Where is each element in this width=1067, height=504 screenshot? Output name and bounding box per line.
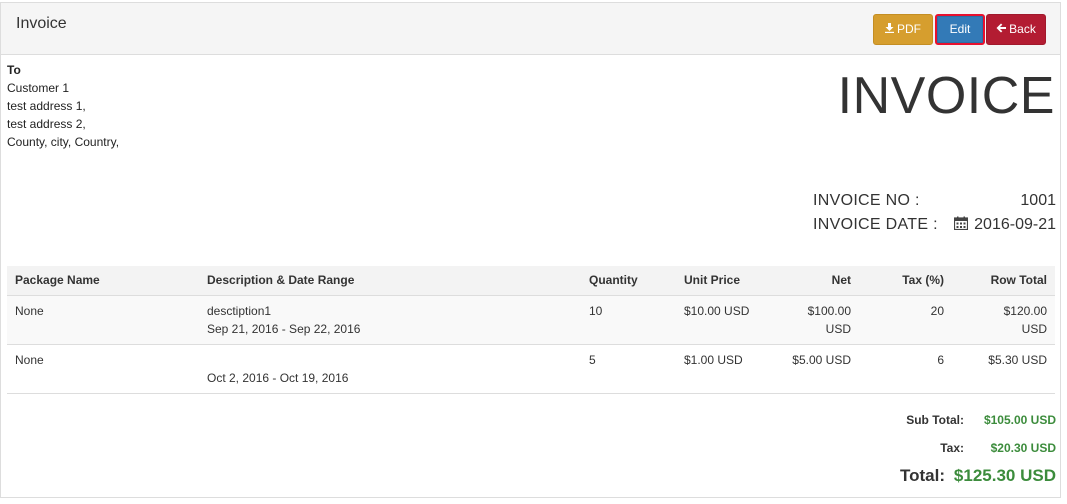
column-header: Tax (%) (859, 266, 952, 296)
tax-total-value: $20.30 USD (990, 441, 1056, 455)
package-cell: None (7, 344, 199, 394)
net-cell: $100.00 USD (776, 295, 859, 345)
row-total-cell: $5.30 USD (952, 344, 1055, 394)
address-line-1: test address 1, (7, 99, 86, 113)
row-total-currency: USD (1021, 321, 1047, 336)
bill-to-block: To Customer 1 test address 1, test addre… (7, 61, 119, 151)
subtotal-label: Sub Total: (906, 413, 964, 427)
row-total-cell: $120.00 USD (952, 295, 1055, 345)
invoice-items-table: Package Name Description & Date Range Qu… (7, 266, 1055, 394)
quantity-cell: 10 (581, 295, 676, 345)
invoice-number-label: INVOICE NO : (813, 192, 920, 209)
invoice-date-value-wrap: 2016-09-21 (954, 216, 1056, 234)
invoice-date-row: INVOICE DATE : 2016-09-21 (806, 216, 1056, 238)
net-currency: USD (825, 321, 851, 336)
address-line-2: test address 2, (7, 117, 86, 131)
net-amount: $100.00 (807, 303, 851, 318)
to-label: To (7, 63, 21, 77)
unit-price-cell: $1.00 USD (676, 344, 776, 394)
column-header: Row Total (952, 266, 1055, 296)
panel-header: Invoice PDF Edit Back (1, 3, 1060, 55)
back-button[interactable]: Back (986, 14, 1046, 45)
invoice-date-value: 2016-09-21 (974, 216, 1056, 233)
column-header: Net (776, 266, 859, 296)
description-cell: Oct 2, 2016 - Oct 19, 2016 (199, 344, 581, 394)
description-text: desctiption1 (207, 303, 272, 318)
description-text (207, 351, 573, 369)
tax-total-label: Tax: (940, 441, 964, 455)
grand-total-label: Total: (899, 466, 945, 485)
download-icon (885, 16, 894, 45)
column-header: Unit Price (676, 266, 776, 296)
address-line-3: County, city, Country, (7, 135, 120, 149)
page-title: Invoice (16, 15, 67, 32)
quantity-cell: 5 (581, 344, 676, 394)
customer-name: Customer 1 (7, 81, 70, 95)
date-range-text: Oct 2, 2016 - Oct 19, 2016 (207, 370, 349, 385)
net-cell: $5.00 USD (776, 344, 859, 394)
grand-total-row: Total: $125.30 USD (856, 466, 1056, 486)
tax-cell: 6 (859, 344, 952, 394)
invoice-number-row: INVOICE NO : 1001 (806, 192, 1056, 214)
table-row: None desctiption1 Sep 21, 2016 - Sep 22,… (7, 295, 1055, 345)
subtotal-row: Sub Total: $105.00 USD (856, 413, 1056, 433)
tax-cell: 20 (859, 295, 952, 345)
unit-price-cell: $10.00 USD (676, 295, 776, 345)
column-header: Description & Date Range (199, 266, 581, 296)
pdf-button-label: PDF (897, 22, 921, 36)
invoice-number-value: 1001 (1020, 192, 1056, 209)
package-cell: None (7, 295, 199, 345)
calendar-icon (954, 216, 969, 231)
table-header-row: Package Name Description & Date Range Qu… (7, 266, 1055, 296)
table-row: None Oct 2, 2016 - Oct 19, 2016 5 $1.00 … (7, 344, 1055, 394)
subtotal-value: $105.00 USD (983, 413, 1056, 427)
arrow-left-icon (996, 16, 1007, 45)
row-total-amount: $120.00 (1003, 303, 1047, 318)
date-range-text: Sep 21, 2016 - Sep 22, 2016 (207, 321, 361, 336)
pdf-button[interactable]: PDF (873, 14, 933, 45)
invoice-date-label: INVOICE DATE : (813, 216, 938, 233)
tax-total-row: Tax: $20.30 USD (856, 441, 1056, 461)
back-button-label: Back (1009, 22, 1036, 36)
invoice-heading: INVOICE (837, 67, 1055, 125)
column-header: Package Name (7, 266, 199, 296)
column-header: Quantity (581, 266, 676, 296)
grand-total-value: $125.30 USD (953, 466, 1056, 485)
edit-button[interactable]: Edit (935, 14, 985, 45)
description-cell: desctiption1 Sep 21, 2016 - Sep 22, 2016 (199, 295, 581, 345)
